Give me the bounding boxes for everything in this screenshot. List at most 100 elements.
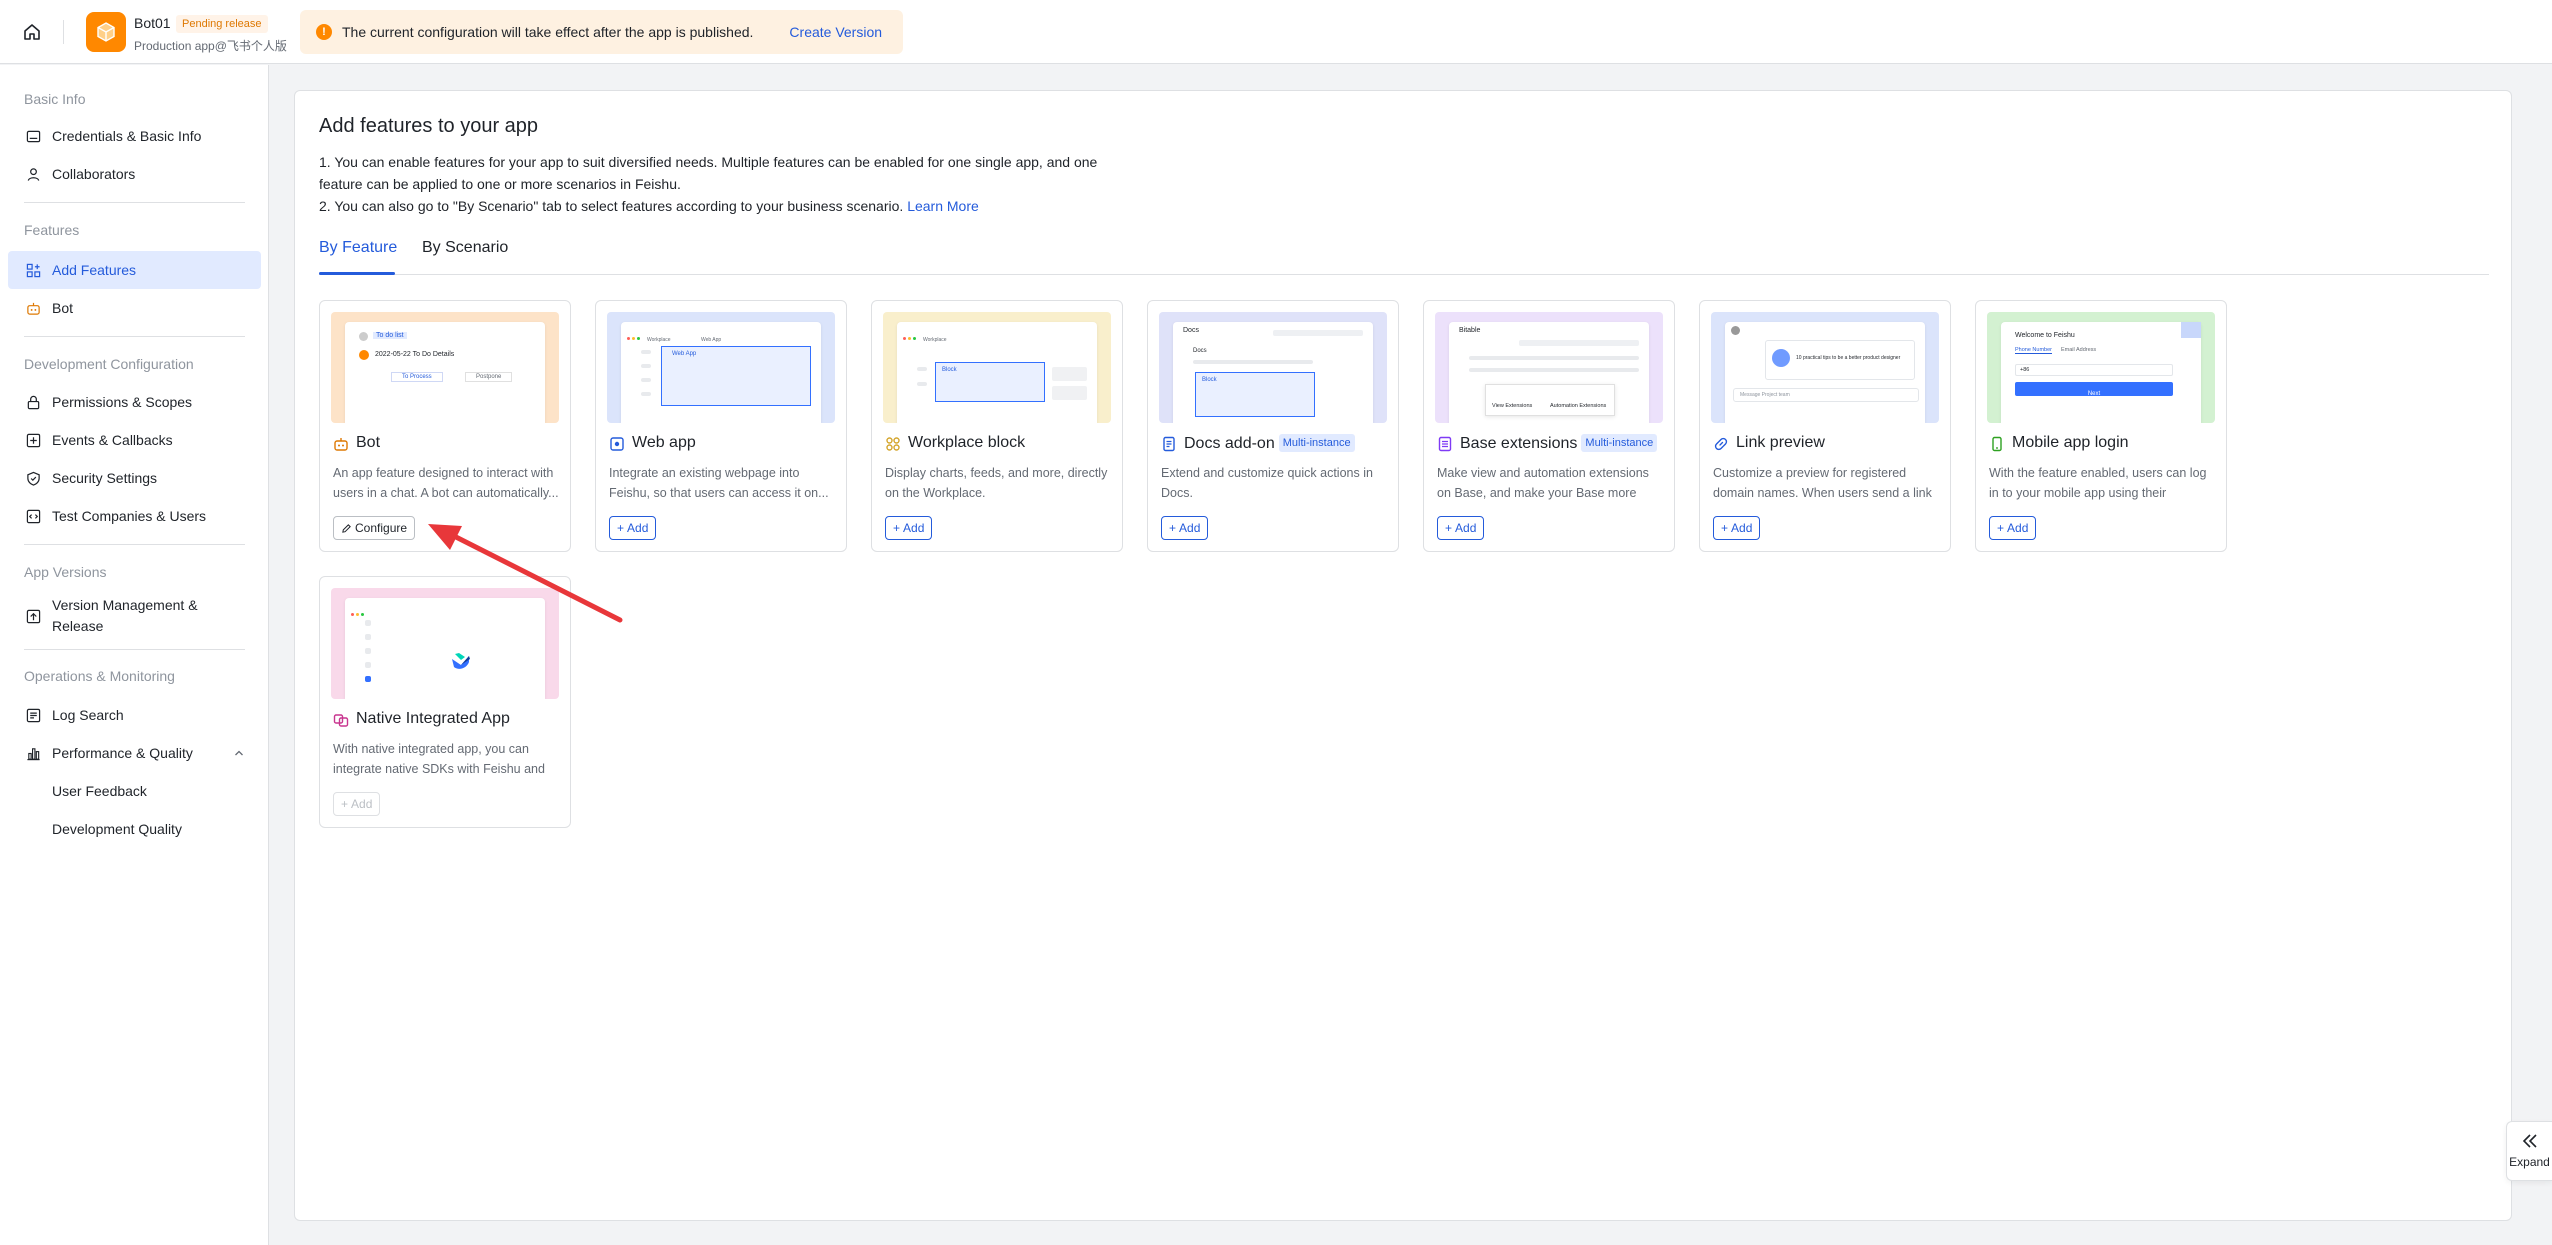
thumb-label: Docs [1193,348,1207,354]
thumb-line [365,620,371,626]
thumb-label: 2022-05-22 To Do Details [375,351,455,358]
lock-icon [25,394,41,410]
sidebar-item-label: Log Search [52,706,124,723]
section-title-dev-config: Development Configuration [24,356,194,372]
create-version-link[interactable]: Create Version [789,24,882,40]
window-controls [627,327,647,340]
base-icon [1437,436,1453,452]
message-input: Message Project team [1733,388,1919,402]
add-button-disabled[interactable]: + Add [333,792,381,816]
page-description: 1. You can enable features for your app … [319,151,1119,217]
home-button[interactable] [20,20,44,44]
sidebar-item-label: Version Management & Release [52,597,198,634]
avatar [1731,326,1740,335]
thumb-line [1519,340,1639,346]
avatar [359,332,368,341]
section-title-operations: Operations & Monitoring [24,668,175,684]
link-icon [1713,436,1729,452]
web-app-icon [609,436,625,452]
card-title-text: Base extensions [1460,435,1578,452]
edit-icon [342,523,351,533]
sidebar-item-log-search[interactable]: Log Search [8,696,261,734]
sidebar-item-label: Performance & Quality [52,744,193,761]
top-header: Bot01 Pending release Production app@飞书个… [0,0,2552,64]
learn-more-link[interactable]: Learn More [907,198,979,214]
active-tab-underline [319,272,395,275]
link-preview-thumbnail: 10 practical tips to be a better product… [1711,312,1939,423]
thumb-line [917,367,927,371]
configure-button[interactable]: Configure [333,516,416,540]
person-icon [25,166,41,182]
sidebar-item-events[interactable]: Events & Callbacks [8,421,261,459]
sidebar-item-bot[interactable]: Bot [8,289,261,327]
button-label: Add [2007,521,2029,535]
card-title: Base extensions Multi-instance [1460,434,1658,453]
card-title: Link preview [1736,434,1825,451]
robot-icon [333,436,349,452]
section-divider [24,649,245,650]
event-icon [25,432,41,448]
tab-by-scenario[interactable]: By Scenario [422,239,508,275]
thumbnail-window: Workplace Block [897,322,1097,423]
thumb-label: Block [1202,377,1217,383]
thumb-label: 10 practical tips to be a better product… [1796,355,1901,361]
window-controls [351,603,371,616]
button-label: Add [903,521,925,535]
extensions-popup: View Extensions Automation Extensions [1485,384,1615,416]
sidebar-item-user-feedback[interactable]: User Feedback [8,772,261,810]
plus-icon: + [893,521,901,535]
feature-card-web-app: Workplace Web App Web App Web app Integr… [595,300,847,552]
thumb-line [365,634,371,640]
window-controls [903,327,923,340]
add-button[interactable]: + Add [885,516,933,540]
add-button[interactable]: + Add [1437,516,1485,540]
blocks-icon [885,436,901,452]
add-button[interactable]: + Add [1989,516,2037,540]
sidebar-item-security[interactable]: Security Settings [8,459,261,497]
thumb-label: Web App [672,351,697,357]
phone-input: +86 [2015,364,2173,376]
sidebar-item-dev-quality[interactable]: Development Quality [8,810,261,848]
thumbnail-window: Docs Docs Block [1173,322,1373,423]
add-button[interactable]: + Add [1713,516,1761,540]
thumb-line [641,392,651,396]
feature-card-bot: To do list 2022-05-22 To Do Details To P… [319,300,571,552]
card-description: An app feature designed to interact with… [333,466,559,500]
description-line-2: 2. You can also go to "By Scenario" tab … [319,195,1119,217]
expand-label: Expand [2509,1155,2550,1169]
sidebar-item-label: Development Quality [52,820,182,837]
thumb-line [917,382,927,386]
home-icon [24,24,40,40]
add-button[interactable]: + Add [609,516,657,540]
thumb-label: Message Project team [1740,392,1790,398]
button-label: Add [1179,521,1201,535]
expand-button[interactable]: Expand [2506,1121,2552,1181]
button-label: Configure [355,521,408,535]
sidebar-item-collaborators[interactable]: Collaborators [8,155,261,193]
thumb-label: Block [942,367,957,373]
thumb-line [1273,330,1363,336]
button-label: Add [1455,521,1477,535]
sidebar-item-add-features[interactable]: Add Features [8,251,261,289]
box-icon [97,22,115,42]
chevron-up-icon[interactable] [233,747,245,759]
thumb-label: To Process [391,372,443,382]
plus-icon: + [1997,521,2005,535]
thumb-label: Workplace [923,337,947,343]
tab-by-feature[interactable]: By Feature [319,239,397,275]
feature-card-link-preview: 10 practical tips to be a better product… [1699,300,1951,552]
double-chevron-left-icon [2522,1134,2537,1148]
sidebar-item-test-companies[interactable]: Test Companies & Users [8,497,261,535]
sidebar-item-performance[interactable]: Performance & Quality [8,734,261,772]
native-app-thumbnail [331,588,559,699]
upload-icon [25,608,41,624]
sidebar-item-permissions[interactable]: Permissions & Scopes [8,383,261,421]
sidebar-item-credentials[interactable]: Credentials & Basic Info [8,117,261,155]
card-description: Display charts, feeds, and more, directl… [885,466,1108,500]
sidebar-item-version-management[interactable]: Version Management & Release [8,591,261,641]
bot-thumbnail: To do list 2022-05-22 To Do Details To P… [331,312,559,423]
add-button[interactable]: + Add [1161,516,1209,540]
thumb-line [1469,356,1639,360]
thumb-line [365,648,371,654]
thumb-label: Automation Extensions [1550,403,1607,409]
